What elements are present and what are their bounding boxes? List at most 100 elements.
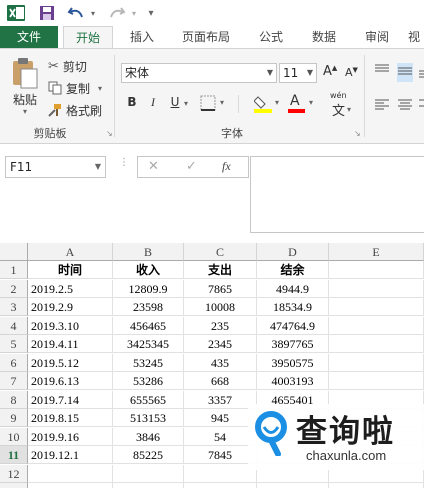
table-cell[interactable]: 2019.2.9 [28, 298, 113, 316]
table-cell[interactable]: 2019.4.11 [28, 335, 113, 353]
empty-cell[interactable] [329, 335, 424, 353]
table-cell[interactable]: 2019.6.13 [28, 372, 113, 390]
tab-home[interactable]: 开始 [63, 26, 113, 48]
tab-formulas[interactable]: 公式 [249, 26, 293, 48]
tab-page-layout[interactable]: 页面布局 [174, 26, 238, 48]
table-cell[interactable]: 3950575 [257, 353, 329, 372]
name-box[interactable]: F11 ▼ [5, 156, 106, 178]
row-header-8[interactable]: 8 [0, 390, 28, 409]
align-bottom-button[interactable] [418, 63, 424, 82]
row-header-9[interactable]: 9 [0, 409, 28, 427]
table-cell[interactable]: 53286 [113, 372, 184, 390]
row-header-12[interactable]: 12 [0, 464, 28, 483]
table-cell[interactable]: 10008 [184, 298, 257, 316]
empty-cell[interactable] [257, 483, 329, 488]
table-cell[interactable]: 2019.5.12 [28, 353, 113, 372]
empty-cell[interactable] [329, 372, 424, 390]
header-cell[interactable]: 结余 [257, 261, 329, 279]
empty-cell[interactable] [28, 464, 113, 483]
select-all-corner[interactable] [0, 243, 28, 261]
empty-cell[interactable] [329, 261, 424, 279]
table-cell[interactable]: 54 [184, 427, 257, 446]
table-cell[interactable]: 2019.12.1 [28, 446, 113, 464]
table-cell[interactable]: 4944.9 [257, 279, 329, 298]
row-header-10[interactable]: 10 [0, 427, 28, 446]
table-cell[interactable]: 235 [184, 316, 257, 335]
empty-cell[interactable] [329, 279, 424, 298]
table-cell[interactable]: 655565 [113, 390, 184, 409]
redo-dropdown-icon[interactable]: ▾ [128, 3, 140, 23]
align-right-button[interactable] [418, 97, 424, 116]
phonetic-guide-button[interactable]: wén 文 ▾ [328, 91, 354, 119]
borders-button[interactable]: ▾ [200, 95, 228, 113]
table-cell[interactable]: 3897765 [257, 335, 329, 353]
empty-cell[interactable] [329, 298, 424, 316]
italic-button[interactable]: I [144, 95, 162, 110]
tab-view[interactable]: 视 [408, 26, 424, 48]
row-header-13[interactable]: 13 [0, 483, 28, 488]
fill-color-button[interactable]: ▾ [253, 93, 284, 115]
font-size-select[interactable]: 11 ▼ [279, 63, 317, 83]
empty-cell[interactable] [184, 483, 257, 488]
row-header-4[interactable]: 4 [0, 316, 28, 335]
empty-cell[interactable] [329, 353, 424, 372]
column-header-c[interactable]: C [184, 243, 257, 261]
qat-customize-icon[interactable]: ▾ [144, 3, 158, 23]
empty-cell[interactable] [113, 464, 184, 483]
table-cell[interactable]: 18534.9 [257, 298, 329, 316]
table-cell[interactable]: 23598 [113, 298, 184, 316]
cut-button[interactable]: ✂ 剪切 [48, 57, 87, 75]
table-cell[interactable]: 513153 [113, 409, 184, 427]
redo-icon[interactable] [107, 3, 127, 23]
table-cell[interactable]: 945 [184, 409, 257, 427]
align-left-button[interactable] [374, 97, 390, 116]
copy-button[interactable]: 复制 ▾ [48, 79, 102, 97]
table-cell[interactable]: 2019.8.15 [28, 409, 113, 427]
bold-button[interactable]: B [123, 95, 141, 109]
insert-function-icon[interactable]: fx [222, 159, 231, 174]
empty-cell[interactable] [329, 483, 424, 488]
format-painter-button[interactable]: 格式刷 [48, 101, 102, 119]
shrink-font-button[interactable]: A▼ [345, 66, 358, 79]
row-header-1[interactable]: 1 [0, 261, 28, 279]
table-cell[interactable]: 85225 [113, 446, 184, 464]
header-cell[interactable]: 时间 [28, 261, 113, 279]
font-color-button[interactable]: A ▾ [288, 93, 318, 115]
table-cell[interactable]: 456465 [113, 316, 184, 335]
table-cell[interactable]: 2019.9.16 [28, 427, 113, 446]
row-header-3[interactable]: 3 [0, 298, 28, 316]
enter-icon[interactable]: ✓ [186, 159, 197, 174]
table-cell[interactable]: 3357 [184, 390, 257, 409]
name-box-dropdown-icon[interactable]: ▼ [95, 157, 101, 177]
copy-dropdown-icon[interactable]: ▾ [98, 84, 102, 93]
column-header-a[interactable]: A [28, 243, 113, 261]
table-cell[interactable]: 474764.9 [257, 316, 329, 335]
column-header-b[interactable]: B [113, 243, 184, 261]
underline-button[interactable]: U [166, 95, 184, 109]
underline-dropdown-icon[interactable]: ▾ [184, 99, 188, 108]
tab-file[interactable]: 文件 [0, 26, 58, 48]
table-cell[interactable]: 3846 [113, 427, 184, 446]
table-cell[interactable]: 7845 [184, 446, 257, 464]
table-cell[interactable]: 435 [184, 353, 257, 372]
empty-cell[interactable] [184, 464, 257, 483]
table-cell[interactable]: 2019.3.10 [28, 316, 113, 335]
table-cell[interactable]: 12809.9 [113, 279, 184, 298]
table-cell[interactable]: 4003193 [257, 372, 329, 390]
header-cell[interactable]: 收入 [113, 261, 184, 279]
row-header-11[interactable]: 11 [0, 446, 28, 464]
table-cell[interactable]: 668 [184, 372, 257, 390]
align-top-button[interactable] [374, 63, 390, 82]
clipboard-launcher-icon[interactable]: ↘ [106, 129, 113, 138]
row-header-2[interactable]: 2 [0, 279, 28, 298]
row-header-6[interactable]: 6 [0, 353, 28, 372]
tab-insert[interactable]: 插入 [120, 26, 164, 48]
table-cell[interactable]: 3425345 [113, 335, 184, 353]
table-cell[interactable]: 2019.7.14 [28, 390, 113, 409]
undo-dropdown-icon[interactable]: ▾ [87, 3, 99, 23]
font-name-select[interactable]: 宋体 ▼ [121, 63, 277, 83]
grow-font-button[interactable]: A▲ [323, 64, 337, 79]
empty-cell[interactable] [113, 483, 184, 488]
row-header-7[interactable]: 7 [0, 372, 28, 390]
save-icon[interactable] [37, 3, 57, 23]
